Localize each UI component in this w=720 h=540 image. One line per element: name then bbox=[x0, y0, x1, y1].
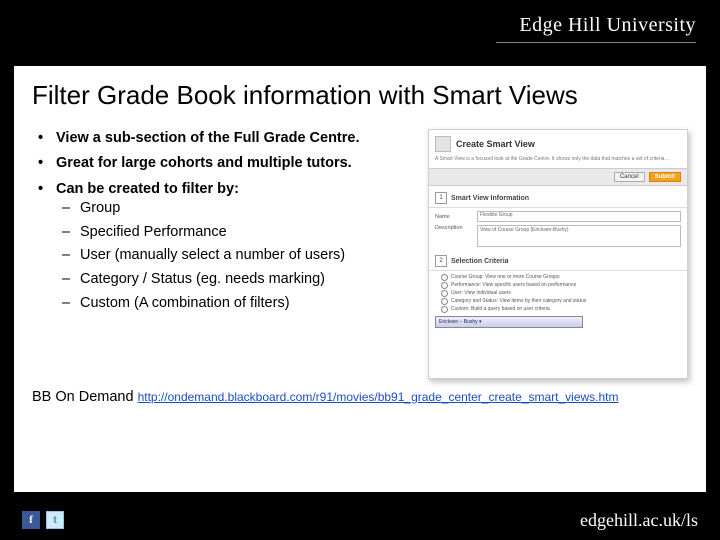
slide-title: Filter Grade Book information with Smart… bbox=[32, 80, 688, 111]
mock-radio: Performance: View specific users based o… bbox=[441, 281, 681, 289]
smartview-mock: Create Smart View A Smart View is a focu… bbox=[428, 129, 688, 379]
mock-step2-label: Selection Criteria bbox=[451, 258, 509, 265]
facebook-icon[interactable]: f bbox=[22, 511, 40, 529]
link-prefix: BB On Demand bbox=[32, 389, 138, 405]
mock-name-label: Name bbox=[435, 214, 473, 220]
bullet-text: Can be created to filter by: bbox=[56, 181, 239, 197]
mock-radio-group: Course Group: View one or more Course Gr… bbox=[441, 273, 681, 313]
ondemand-row: BB On Demand http://ondemand.blackboard.… bbox=[32, 389, 688, 405]
mock-action-bar: Cancel Submit bbox=[429, 168, 687, 186]
mock-name-input: Flexible Group bbox=[477, 211, 681, 222]
twitter-icon[interactable]: t bbox=[46, 511, 64, 529]
sub-bullet-item: Specified Performance bbox=[56, 223, 418, 247]
brand-rule bbox=[496, 42, 696, 43]
body-row: View a sub-section of the Full Grade Cen… bbox=[32, 129, 688, 379]
mock-radio: Category and Status: View items by their… bbox=[441, 297, 681, 305]
footer-url: edgehill.ac.uk/ls bbox=[580, 510, 698, 531]
mock-step1-label: Smart View Information bbox=[451, 195, 529, 202]
header-bar: Edge Hill University bbox=[0, 0, 720, 62]
mock-step2-num: 2 bbox=[435, 255, 447, 267]
mock-submit: Submit bbox=[649, 172, 681, 182]
brand-name: Edge Hill University bbox=[519, 14, 696, 37]
bullet-item: View a sub-section of the Full Grade Cen… bbox=[32, 129, 418, 155]
mock-radio: Custom: Build a query based on user crit… bbox=[441, 305, 681, 313]
sub-bullet-item: User (manually select a number of users) bbox=[56, 246, 418, 270]
mock-title: Create Smart View bbox=[456, 139, 535, 149]
sub-bullet-item: Category / Status (eg. needs marking) bbox=[56, 270, 418, 294]
mock-desc: A Smart View is a focused look at the Gr… bbox=[435, 156, 681, 163]
mock-step1-num: 1 bbox=[435, 192, 447, 204]
slide: Edge Hill University Filter Grade Book i… bbox=[0, 0, 720, 540]
ondemand-link[interactable]: http://ondemand.blackboard.com/r91/movie… bbox=[138, 390, 619, 404]
mock-radio: User: View individual users bbox=[441, 289, 681, 297]
bullet-item: Can be created to filter by: Group Speci… bbox=[32, 180, 418, 323]
mock-desc-label: Description bbox=[435, 225, 473, 231]
social-icons: f t bbox=[22, 511, 64, 529]
content-area: Filter Grade Book information with Smart… bbox=[14, 66, 706, 492]
mock-icon bbox=[435, 136, 451, 152]
screenshot-panel: Create Smart View A Smart View is a focu… bbox=[428, 129, 688, 379]
mock-desc-input: View of Course Group (Ericksen-Bushy) bbox=[477, 225, 681, 247]
bullet-item: Great for large cohorts and multiple tut… bbox=[32, 154, 418, 180]
sub-bullet-item: Group bbox=[56, 199, 418, 223]
mock-cancel: Cancel bbox=[614, 172, 645, 182]
mock-dropdown: Ericksen – Bushy ▾ bbox=[435, 316, 583, 328]
mock-radio: Course Group: View one or more Course Gr… bbox=[441, 273, 681, 281]
bullet-list: View a sub-section of the Full Grade Cen… bbox=[32, 129, 418, 324]
sub-bullet-item: Custom (A combination of filters) bbox=[56, 294, 418, 318]
footer-bar: f t edgehill.ac.uk/ls bbox=[0, 500, 720, 540]
